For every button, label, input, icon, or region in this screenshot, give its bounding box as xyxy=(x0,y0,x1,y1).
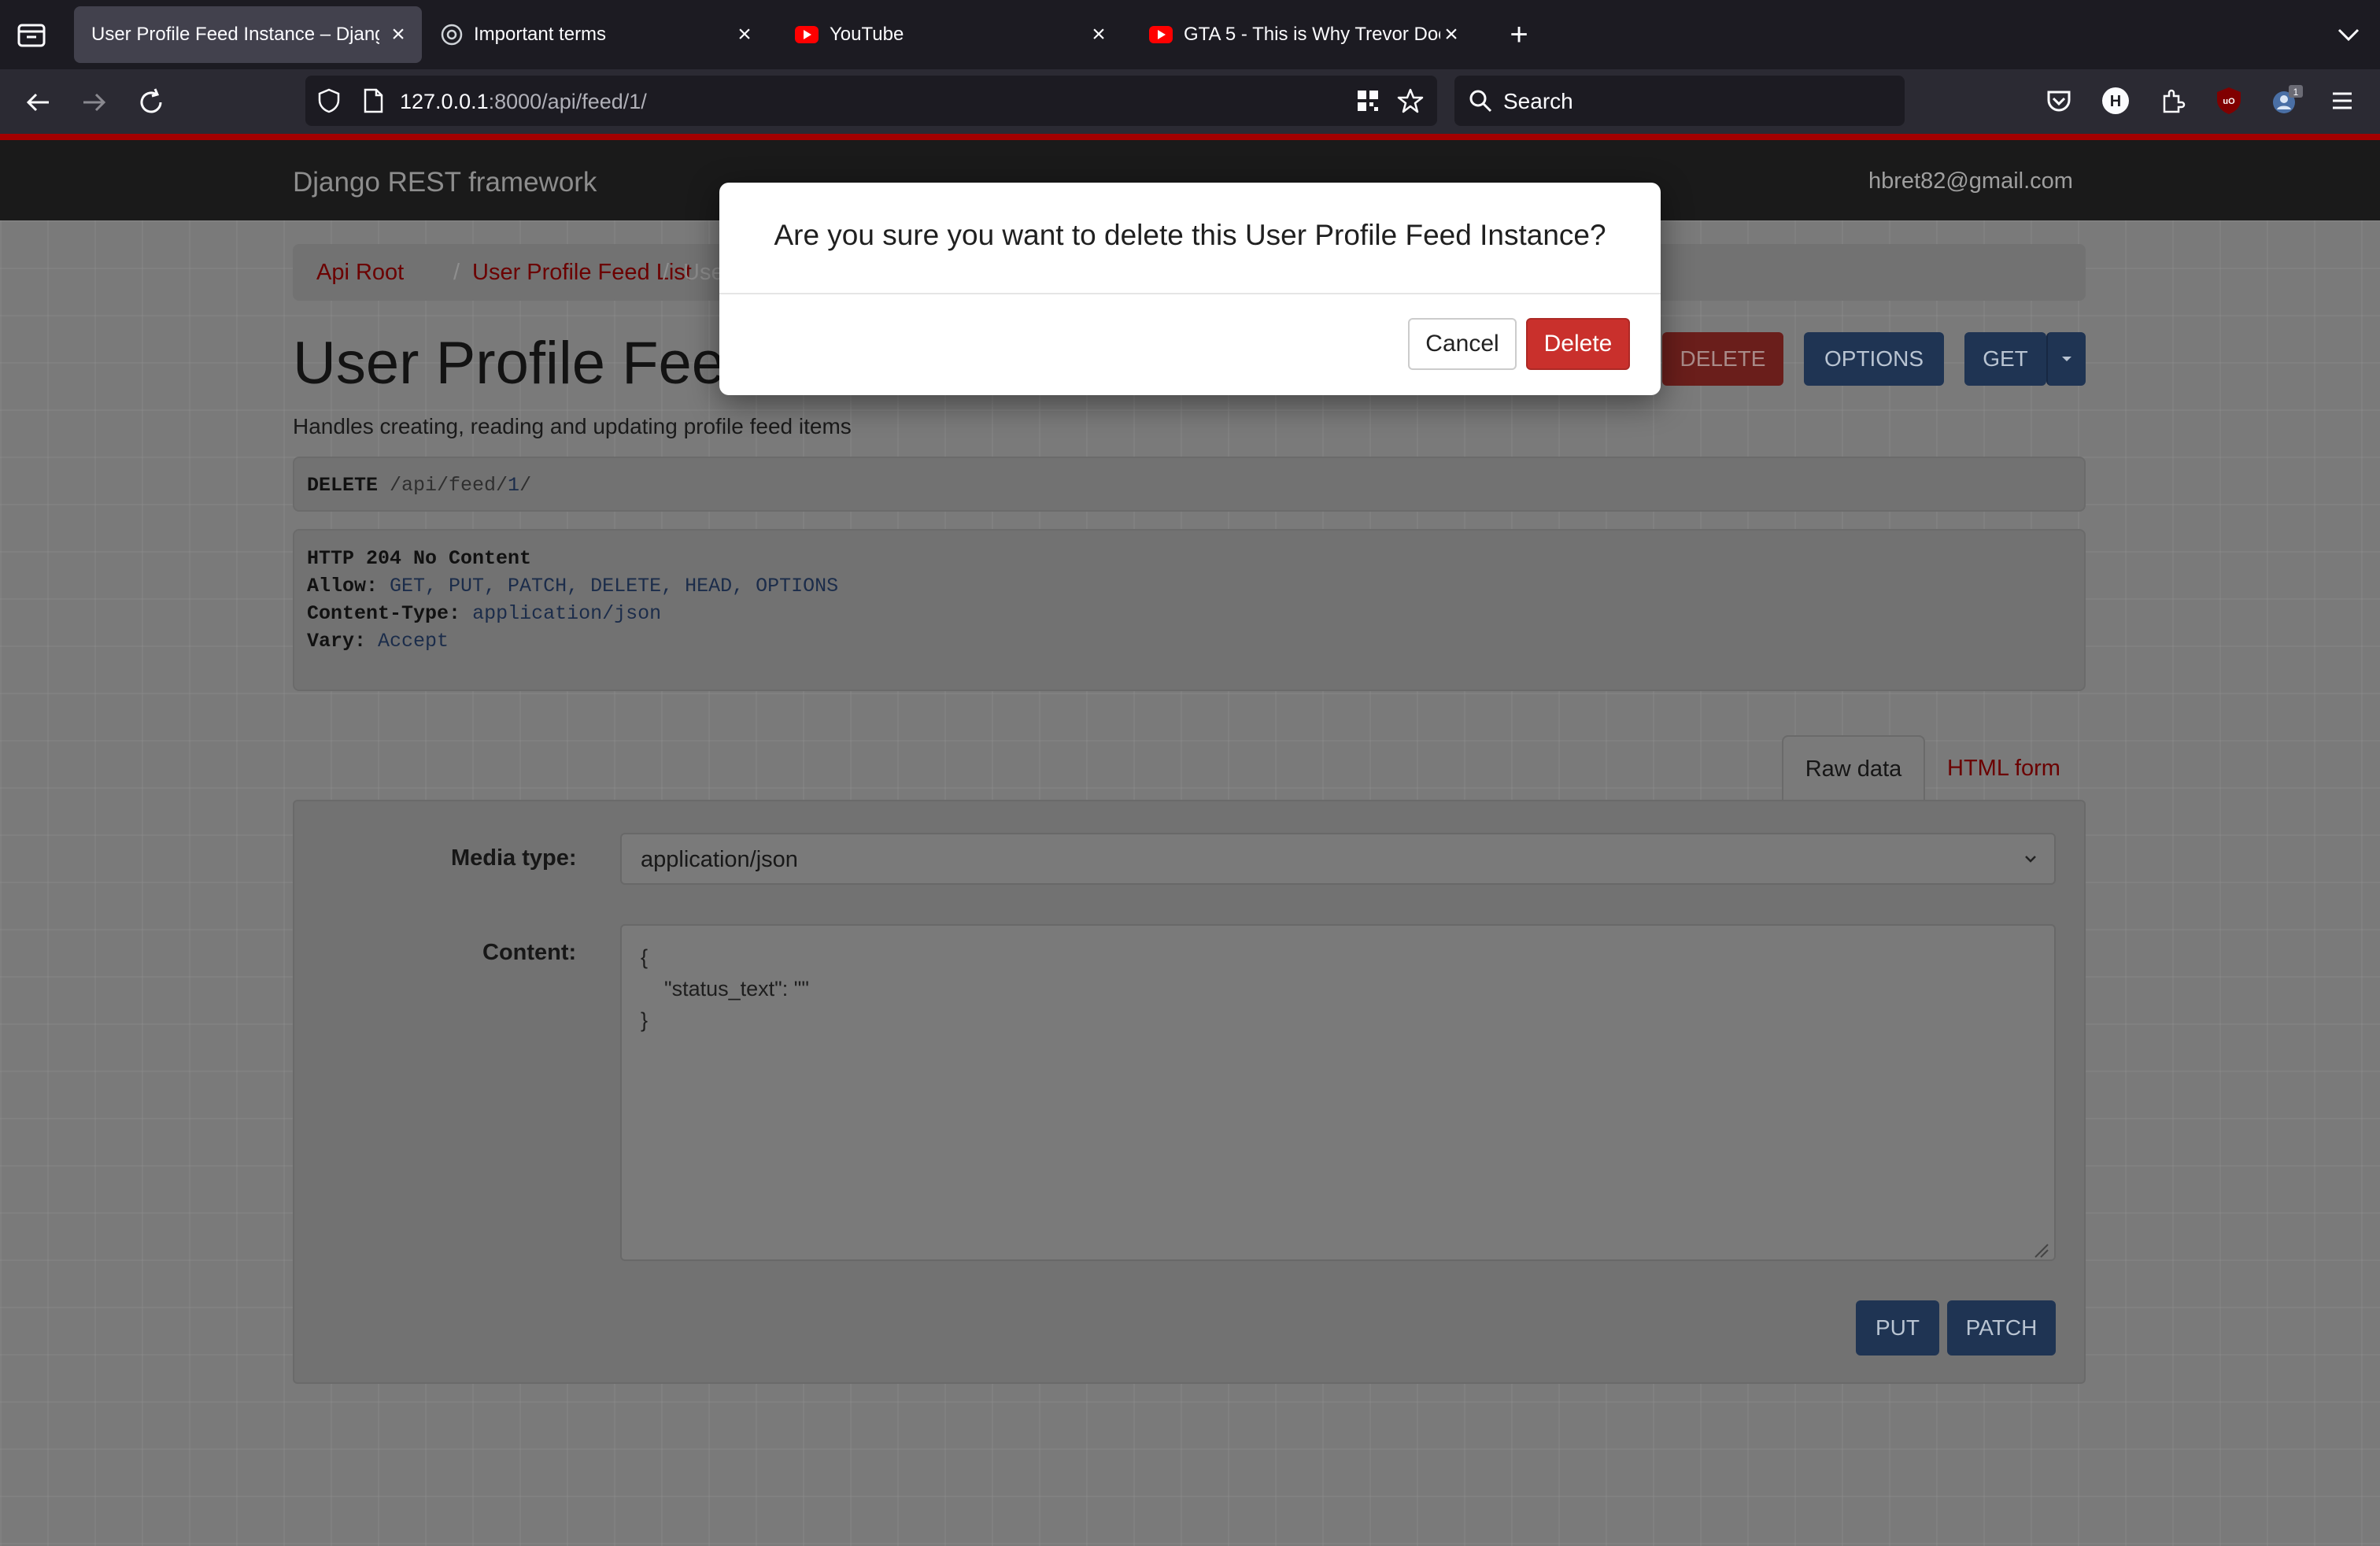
user-menu[interactable]: hbret82@gmail.com xyxy=(1868,168,2073,194)
page-title: User Profile Feed xyxy=(293,330,759,397)
close-icon[interactable]: × xyxy=(387,21,409,47)
close-icon[interactable]: × xyxy=(1440,21,1462,47)
header-key: Vary: xyxy=(307,630,367,653)
get-format-dropdown[interactable] xyxy=(2046,332,2086,386)
media-type-value: application/json xyxy=(641,847,798,872)
search-icon xyxy=(1467,87,1494,114)
modal-title: Are you sure you want to delete this Use… xyxy=(774,219,1606,251)
tab-label: User Profile Feed Instance – Django xyxy=(91,24,379,45)
header-value: GET, PUT, PATCH, DELETE, HEAD, OPTIONS xyxy=(390,575,839,597)
tab-list-icon[interactable] xyxy=(14,19,49,50)
reload-icon[interactable] xyxy=(134,85,168,120)
tab-important-terms[interactable]: Important terms × xyxy=(428,6,768,63)
request-path: /api/feed/ xyxy=(378,474,508,497)
response-header: Content-Type: application/json xyxy=(307,600,2071,627)
qr-code-icon[interactable] xyxy=(1355,88,1380,113)
response-info: HTTP 204 No Content Allow: GET, PUT, PAT… xyxy=(293,529,2086,691)
content-textarea[interactable]: { "status_text": "" } xyxy=(620,924,2056,1261)
tab-gta5[interactable]: GTA 5 - This is Why Trevor Does × xyxy=(1136,6,1475,63)
url-text[interactable]: 127.0.0.1:8000/api/feed/1/ xyxy=(400,90,647,114)
header-value: application/json xyxy=(472,602,662,625)
options-button[interactable]: OPTIONS xyxy=(1804,332,1944,386)
forward-icon[interactable] xyxy=(77,85,112,120)
back-icon[interactable] xyxy=(20,85,55,120)
youtube-icon xyxy=(795,26,819,43)
breadcrumb-api-root[interactable]: Api Root xyxy=(316,260,404,286)
breadcrumb-separator: / xyxy=(663,260,670,285)
navbar-accent-line xyxy=(0,134,2380,140)
url-path: :8000/api/feed/1/ xyxy=(488,90,647,113)
profile-extension-icon[interactable]: 1 xyxy=(2270,85,2303,117)
media-type-label: Media type: xyxy=(451,845,577,871)
header-key: Content-Type: xyxy=(307,602,461,625)
youtube-icon xyxy=(1149,26,1173,43)
h-extension-icon[interactable]: H xyxy=(2100,85,2131,117)
shield-icon[interactable] xyxy=(315,87,343,115)
close-icon[interactable]: × xyxy=(734,21,756,47)
modal-divider xyxy=(719,293,1661,294)
close-icon[interactable]: × xyxy=(1088,21,1110,47)
tab-user-profile-feed[interactable]: User Profile Feed Instance – Django × xyxy=(74,6,422,63)
breadcrumb-current: Use xyxy=(683,260,724,285)
request-method: DELETE xyxy=(307,474,379,497)
view-description: Handles creating, reading and updating p… xyxy=(293,414,852,438)
tab-raw-data[interactable]: Raw data xyxy=(1782,735,1925,801)
browser-tab-bar: User Profile Feed Instance – Django × Im… xyxy=(0,0,2380,69)
new-tab-icon[interactable]: + xyxy=(1503,19,1535,50)
svg-text:H: H xyxy=(2110,93,2121,110)
extensions-icon[interactable] xyxy=(2156,85,2188,117)
svg-text:uO: uO xyxy=(2223,97,2235,106)
pocket-icon[interactable] xyxy=(2043,85,2075,117)
patch-button[interactable]: PATCH xyxy=(1947,1300,2056,1356)
delete-confirmation-modal: Are you sure you want to delete this Use… xyxy=(719,183,1661,395)
header-value: Accept xyxy=(378,630,449,653)
put-button[interactable]: PUT xyxy=(1856,1300,1939,1356)
request-path-id: 1 xyxy=(508,474,520,497)
delete-button[interactable]: DELETE xyxy=(1662,332,1783,386)
chevron-down-icon[interactable] xyxy=(2334,22,2363,47)
request-info: DELETE /api/feed/1/ xyxy=(293,457,2086,512)
header-key: Allow: xyxy=(307,575,379,597)
url-bar[interactable]: 127.0.0.1:8000/api/feed/1/ xyxy=(305,76,1437,126)
search-placeholder: Search xyxy=(1503,89,1573,113)
ublock-icon[interactable]: uO xyxy=(2213,85,2245,117)
tab-label: GTA 5 - This is Why Trevor Does xyxy=(1184,24,1440,45)
menu-icon[interactable] xyxy=(2326,85,2358,117)
response-status: HTTP 204 No Content xyxy=(307,547,532,570)
tab-label: YouTube xyxy=(830,24,904,45)
breadcrumb-feed-list[interactable]: User Profile Feed List xyxy=(472,260,692,286)
page-icon[interactable] xyxy=(360,87,386,115)
cancel-button[interactable]: Cancel xyxy=(1408,318,1517,370)
response-header: Vary: Accept xyxy=(307,627,2071,655)
tab-html-form[interactable]: HTML form xyxy=(1947,756,2060,782)
brand-link[interactable]: Django REST framework xyxy=(293,167,597,198)
response-header: Allow: GET, PUT, PATCH, DELETE, HEAD, OP… xyxy=(307,572,2071,600)
confirm-delete-button[interactable]: Delete xyxy=(1526,318,1630,370)
chatgpt-icon xyxy=(441,24,463,46)
media-type-select[interactable]: application/json xyxy=(620,833,2056,885)
chevron-down-icon xyxy=(2021,849,2040,867)
request-path-end: / xyxy=(519,474,532,497)
breadcrumb-separator: / xyxy=(453,260,460,285)
content-label: Content: xyxy=(482,940,577,965)
url-host: 127.0.0.1 xyxy=(400,90,489,113)
bookmark-star-icon[interactable] xyxy=(1396,87,1425,115)
caret-down-icon xyxy=(2062,357,2071,361)
search-bar[interactable]: Search xyxy=(1454,76,1905,126)
extension-badge: 1 xyxy=(2293,87,2299,98)
resize-handle-icon[interactable] xyxy=(2031,1236,2049,1258)
get-button[interactable]: GET xyxy=(1964,332,2046,386)
tab-label: Important terms xyxy=(474,24,607,45)
content-value: { "status_text": "" } xyxy=(641,945,809,1032)
tab-youtube[interactable]: YouTube × xyxy=(782,6,1122,63)
